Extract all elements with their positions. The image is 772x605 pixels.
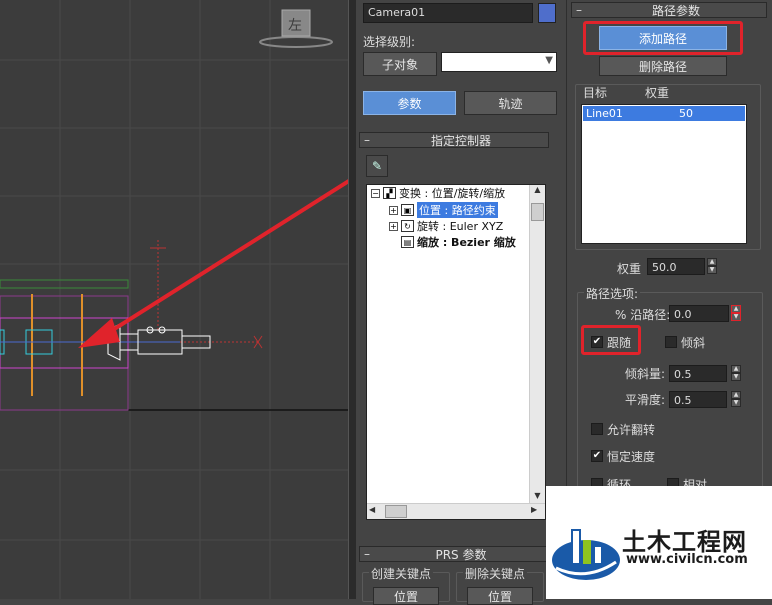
tab-trajectory[interactable]: 轨迹	[464, 91, 557, 115]
col-target-header: 目标	[583, 86, 608, 100]
transform-icon: ▞	[383, 187, 396, 199]
collapse-icon[interactable]: −	[371, 188, 380, 198]
create-key-group: 创建关键点 位置	[362, 565, 450, 605]
bank-label: 倾斜	[681, 336, 706, 350]
viewport-grid	[0, 0, 348, 599]
object-name-field[interactable]: Camera01	[363, 3, 533, 23]
watermark-url: www.civilcn.com	[626, 552, 748, 567]
assign-controller-button[interactable]: ✎	[366, 155, 388, 177]
allow-upside-down-checkbox[interactable]	[591, 423, 603, 435]
watermark: 土木工程网 www.civilcn.com	[546, 486, 772, 599]
spin-up-icon[interactable]: ▲	[707, 258, 717, 266]
tree-horizontal-scrollbar[interactable]: ◀ ▶	[367, 503, 545, 519]
percent-along-path-label: % 沿路径:	[615, 308, 671, 322]
smoothness-field[interactable]: 0.5	[669, 391, 727, 408]
weight-field[interactable]: 50.0	[647, 258, 705, 275]
allow-upside-down-label: 允许翻转	[607, 423, 656, 437]
spin-down-icon[interactable]: ▼	[731, 399, 741, 407]
viewport[interactable]: 左	[0, 0, 348, 599]
scale-controller-icon: ▤	[401, 236, 414, 248]
scroll-up-icon[interactable]: ▲	[531, 185, 544, 199]
selection-level-label: 选择级别:	[363, 35, 416, 49]
constant-velocity-checkbox[interactable]: ✔	[591, 450, 603, 462]
bank-amount-spinner[interactable]: ▲ ▼	[731, 365, 741, 381]
create-key-label: 创建关键点	[369, 565, 434, 582]
tree-root-row[interactable]: − ▞ 变换 : 位置/旋转/缩放	[371, 185, 505, 201]
create-position-key-button[interactable]: 位置	[373, 587, 439, 605]
collapse-icon: –	[364, 547, 370, 561]
object-color-swatch[interactable]	[538, 3, 556, 23]
path-list[interactable]: Line01 50	[581, 104, 747, 244]
weight-spinner[interactable]: ▲ ▼	[707, 258, 717, 274]
selection-level-dropdown[interactable]: ▼	[441, 52, 557, 72]
tree-root-label: 变换 : 位置/旋转/缩放	[399, 187, 506, 200]
tree-vertical-scrollbar[interactable]: ▲ ▼	[529, 185, 545, 505]
bank-checkbox[interactable]	[665, 336, 677, 348]
scroll-right-icon[interactable]: ▶	[531, 505, 543, 518]
delete-path-button[interactable]: 删除路径	[599, 56, 727, 76]
tree-item-label: 旋转 : Euler XYZ	[417, 220, 504, 233]
path-target: Line01	[586, 107, 623, 120]
spin-down-icon[interactable]: ▼	[731, 313, 741, 321]
watermark-logo-icon	[552, 529, 620, 580]
viewport-divider[interactable]	[348, 0, 356, 599]
assign-controller-title: 指定控制器	[430, 133, 491, 148]
collapse-icon: –	[576, 3, 582, 17]
chevron-down-icon: ▼	[545, 55, 553, 66]
scroll-thumb[interactable]	[531, 203, 544, 221]
viewcube[interactable]: 左	[256, 6, 336, 48]
smoothness-label: 平滑度:	[625, 393, 666, 407]
path-options-title: 路径选项:	[584, 285, 641, 302]
spin-up-icon[interactable]: ▲	[731, 391, 741, 399]
hscroll-thumb[interactable]	[385, 505, 407, 518]
tree-item-rotation[interactable]: + ↻ 旋转 : Euler XYZ	[389, 218, 503, 234]
tab-parameters[interactable]: 参数	[363, 91, 456, 115]
spin-down-icon[interactable]: ▼	[731, 373, 741, 381]
list-item[interactable]: Line01 50	[583, 106, 745, 121]
tree-item-scale[interactable]: ▤ 缩放 : Bezier 缩放	[401, 234, 516, 250]
delete-key-group: 删除关键点 位置	[456, 565, 544, 605]
tree-item-position[interactable]: + ▣ 位置 : 路径约束	[389, 202, 498, 218]
delete-key-label: 删除关键点	[463, 565, 528, 582]
percent-spinner[interactable]: ▲ ▼	[731, 305, 741, 321]
delete-position-key-button[interactable]: 位置	[467, 587, 533, 605]
controller-tree[interactable]: − ▞ 变换 : 位置/旋转/缩放 + ▣ 位置 : 路径约束 + ↻ 旋转 :…	[366, 184, 546, 520]
prs-rollout-header[interactable]: – PRS 参数	[359, 546, 549, 562]
command-panel: Camera01 选择级别: 子对象 ▼ 参数 轨迹 – 指定控制器 ✎ − ▞…	[356, 0, 566, 605]
sub-object-button[interactable]: 子对象	[363, 52, 437, 76]
smoothness-spinner[interactable]: ▲ ▼	[731, 391, 741, 407]
tree-item-label: 位置 : 路径约束	[417, 202, 498, 218]
collapse-icon: –	[364, 133, 370, 147]
weight-label: 权重	[617, 262, 642, 276]
path-weight: 50	[679, 107, 693, 120]
expand-icon[interactable]: +	[389, 221, 398, 231]
spin-up-icon[interactable]: ▲	[731, 365, 741, 373]
scroll-left-icon[interactable]: ◀	[369, 505, 381, 518]
highlight-follow	[581, 325, 641, 355]
viewcube-face-label: 左	[288, 18, 302, 34]
spin-down-icon[interactable]: ▼	[707, 266, 717, 274]
bank-amount-label: 倾斜量:	[625, 367, 666, 381]
path-params-title: 路径参数	[651, 3, 700, 18]
expand-icon[interactable]: +	[389, 205, 398, 215]
highlight-add-path	[583, 21, 743, 55]
prs-title: PRS 参数	[435, 547, 487, 562]
constant-velocity-label: 恒定速度	[607, 450, 656, 464]
tree-item-label: 缩放 : Bezier 缩放	[417, 236, 516, 249]
col-weight-header: 权重	[645, 86, 670, 100]
assign-controller-rollout-header[interactable]: – 指定控制器	[359, 132, 549, 148]
spin-up-icon[interactable]: ▲	[731, 305, 741, 313]
position-controller-icon: ▣	[401, 204, 414, 216]
percent-along-path-field[interactable]: 0.0	[669, 305, 729, 322]
rotation-controller-icon: ↻	[401, 220, 414, 232]
path-params-rollout-header[interactable]: – 路径参数	[571, 2, 767, 18]
bank-amount-field[interactable]: 0.5	[669, 365, 727, 382]
assign-controller-icon: ✎	[371, 159, 383, 173]
